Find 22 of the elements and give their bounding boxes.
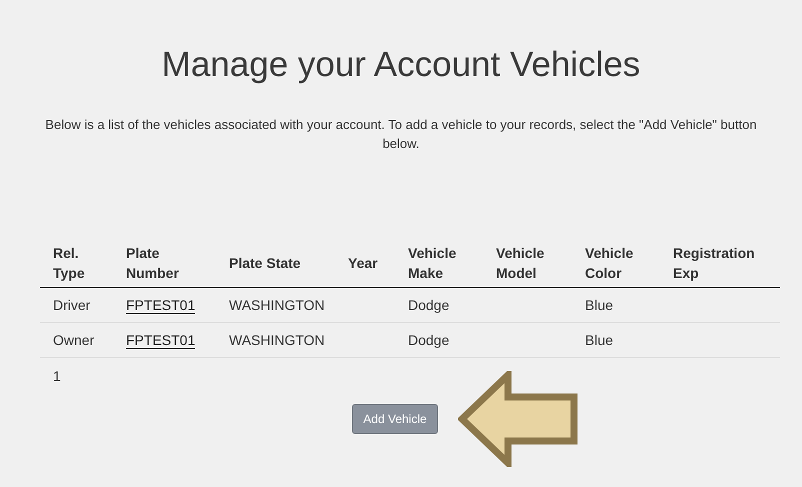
table-cell: WASHINGTON bbox=[229, 332, 325, 348]
table-cell: Dodge bbox=[408, 297, 450, 313]
column-header: Plate State bbox=[229, 255, 301, 271]
table-cell: Blue bbox=[585, 297, 614, 313]
left-arrow-icon bbox=[458, 371, 578, 467]
plate-link[interactable]: FPTEST01 bbox=[126, 297, 196, 314]
table-cell: Blue bbox=[585, 332, 614, 348]
column-header: Vehicle Color bbox=[585, 245, 634, 281]
table-cell: WASHINGTON bbox=[229, 297, 325, 313]
column-header: Registration Exp bbox=[673, 245, 755, 281]
column-header: Plate Number bbox=[126, 245, 179, 281]
column-header: Rel. Type bbox=[53, 245, 85, 281]
column-header: Vehicle Make bbox=[408, 245, 456, 281]
table-cell: Dodge bbox=[408, 332, 450, 348]
table-cell: Owner bbox=[53, 332, 94, 348]
column-header: Year bbox=[348, 255, 378, 271]
table-cell: Driver bbox=[53, 297, 90, 313]
page-title: Manage your Account Vehicles bbox=[160, 44, 642, 85]
page-number[interactable]: 1 bbox=[53, 368, 61, 384]
plate-link[interactable]: FPTEST01 bbox=[126, 332, 196, 349]
column-header: Vehicle Model bbox=[496, 245, 544, 281]
description: Below is a list of the vehicles associated with your account. To add a vehicle to your records, select the "Add Vehicle" button below. bbox=[44, 116, 758, 153]
